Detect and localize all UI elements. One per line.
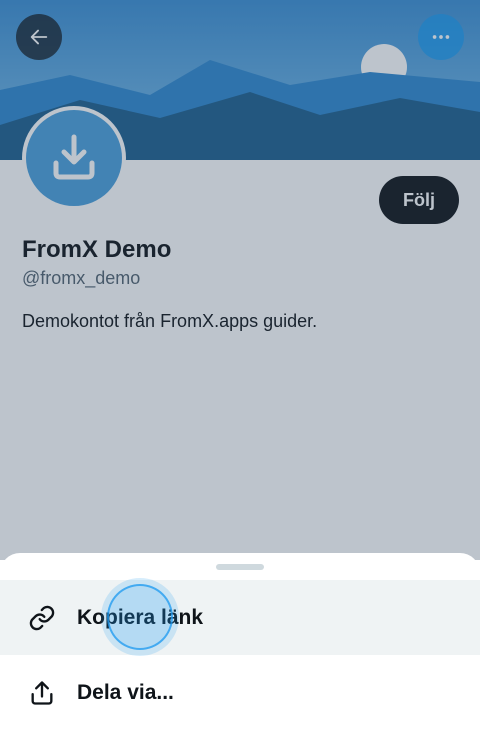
copy-link-menu-item[interactable]: Kopiera länk: [0, 580, 480, 655]
share-via-label: Dela via...: [77, 680, 174, 704]
profile-bio: Demokontot från FromX.apps guider.: [22, 311, 318, 331]
link-icon: [28, 604, 56, 632]
avatar[interactable]: [22, 106, 126, 210]
share-bottom-sheet: Kopiera länk Dela via...: [0, 553, 480, 755]
more-horizontal-icon: [432, 35, 450, 39]
username-handle: @fromx_demo: [22, 268, 141, 288]
share-icon: [28, 679, 56, 707]
back-button[interactable]: [16, 14, 62, 60]
sheet-drag-handle[interactable]: [216, 564, 264, 570]
copy-link-label: Kopiera länk: [77, 605, 204, 629]
download-icon: [53, 134, 95, 180]
arrow-left-icon: [30, 29, 48, 45]
follow-button[interactable]: Följ: [379, 176, 459, 224]
display-name: FromX Demo: [22, 236, 172, 263]
more-options-button[interactable]: [418, 14, 464, 60]
avatar-image: [26, 110, 122, 206]
profile-screen: Följ FromX Demo @fromx_demo Demokontot f…: [0, 0, 480, 560]
share-via-menu-item[interactable]: Dela via...: [0, 655, 480, 730]
